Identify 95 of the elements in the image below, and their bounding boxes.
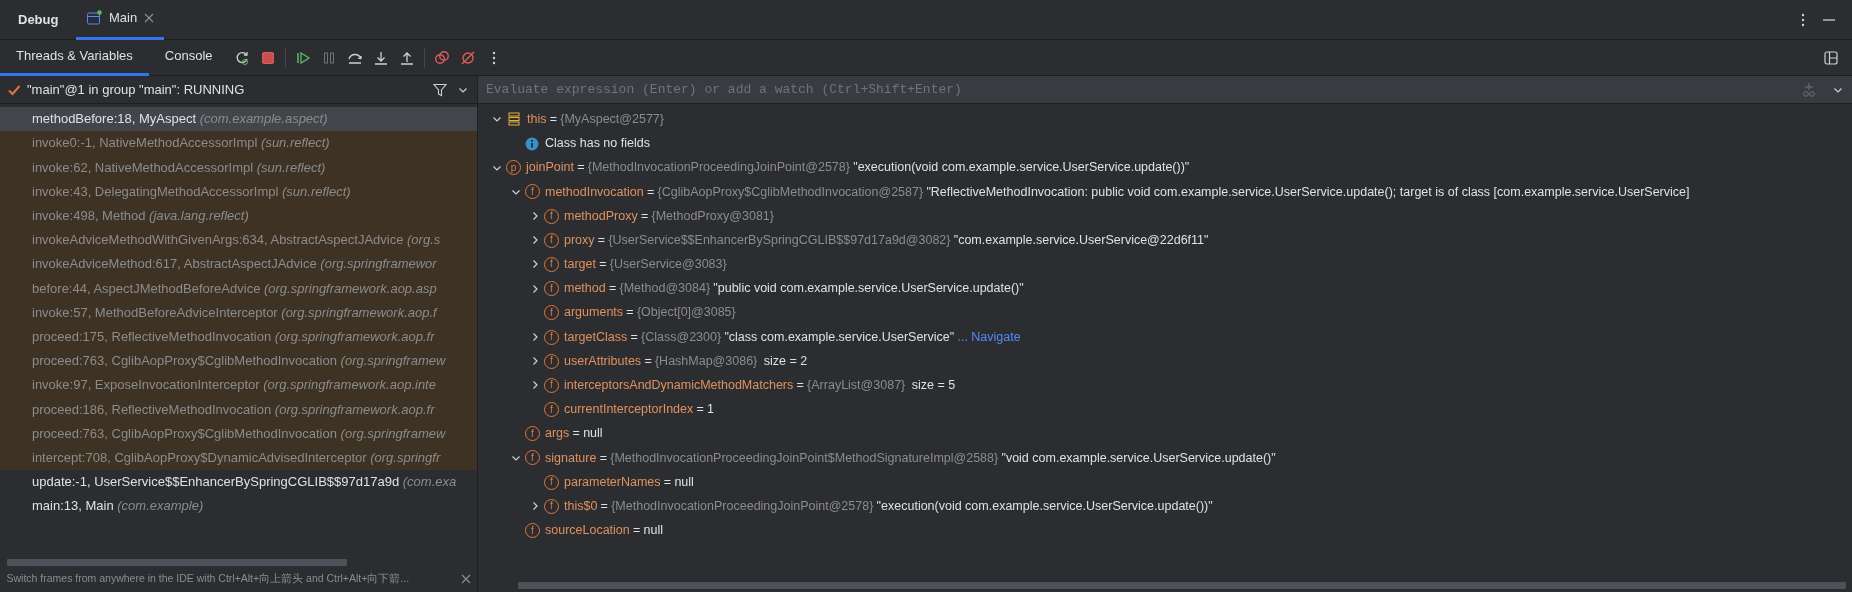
equals-sign: = [577, 159, 585, 177]
variable-value: "ReflectiveMethodInvocation: public void com.example.service.UserService.update(); target is of class [com.example.service.UserService] [926, 183, 1690, 201]
variable-type: {ArrayList@3087} [807, 377, 906, 395]
variable-name[interactable]: args [545, 424, 570, 444]
variable-name[interactable]: userAttributes [564, 351, 642, 371]
tab[interactable]: Console [148, 39, 229, 76]
variable-type: {MyAspect@2577} [560, 110, 664, 128]
stack-frame[interactable]: invoke:57, MethodBeforeAdviceInterceptor (org.springframework.aop.f [0, 300, 477, 325]
stack-frame[interactable]: proceed:763, CglibAopProxy$CglibMethodInvocation (org.springframew [0, 421, 477, 446]
variable-type: {HashMap@3086} [654, 352, 758, 370]
variable-name[interactable]: methodInvocation [545, 182, 644, 202]
stack-frame[interactable]: main:13, Main (com.example) [0, 494, 477, 519]
variable-type: {MethodInvocationProceedingJoinPoint@2578} [611, 497, 874, 515]
variable-value: size = 2 [763, 352, 808, 370]
variable-value: null [643, 522, 664, 540]
equals-sign: = [646, 183, 655, 201]
close-icon[interactable] [460, 574, 471, 584]
expression-input[interactable]: Evaluate expression (Enter) or add a watch (Ctrl+Shift+Enter) [478, 78, 1788, 101]
equals-sign: = [696, 401, 704, 419]
variable-name[interactable]: sourceLocation [545, 521, 630, 540]
variable-value: "public void com.example.service.UserService.update()" [713, 280, 1024, 298]
variable-type: {CglibAopProxy$CglibMethodInvocation@2587} [657, 183, 924, 201]
variable-name[interactable]: this [527, 109, 547, 129]
evaluate-field[interactable]: Evaluate expression (Enter) or add a watch (Ctrl+Shift+Enter) [478, 76, 1852, 104]
editor-tab[interactable]: Main [76, 0, 164, 40]
variable-value: "class com.example.service.UserService" [724, 328, 955, 346]
info-icon [525, 136, 539, 151]
variable-value: null [583, 425, 603, 443]
thread-selector[interactable]: "main"@1 in group "main": RUNNING [27, 79, 426, 100]
info-text: Class has no fields [545, 135, 650, 153]
stack-icon [506, 111, 522, 128]
variable-type: {MethodInvocationProceedingJoinPoint@2578} [587, 159, 850, 177]
variable-name[interactable]: signature [545, 448, 597, 468]
variable-type: {UserService@3083} [609, 256, 727, 274]
stack-frame[interactable]: invokeAdviceMethodWithGivenArgs:634, AbstractAspectJAdvice (org.s [0, 228, 477, 253]
stack-frame[interactable]: proceed:763, CglibAopProxy$CglibMethodInvocation (org.springframew [0, 349, 477, 374]
equals-sign: = [640, 207, 649, 225]
equals-sign: = [630, 328, 638, 346]
panel-title: Debug [17, 10, 60, 29]
variable-name[interactable]: this$0 [564, 496, 598, 516]
variable-name[interactable]: arguments [564, 303, 624, 323]
stack-frame[interactable]: proceed:186, ReflectiveMethodInvocation (org.springframework.aop.fr [0, 397, 477, 422]
scrollbar[interactable] [7, 559, 347, 566]
equals-sign: = [549, 110, 557, 128]
scrollbar[interactable] [518, 582, 1846, 589]
equals-sign: = [663, 473, 672, 491]
variable-name[interactable]: target [564, 255, 596, 274]
stack-frame[interactable]: before:44, AspectJMethodBeforeAdvice (org.springframework.aop.asp [0, 276, 477, 301]
variable-value: size = 5 [911, 377, 956, 395]
stack-frame[interactable]: proceed:175, ReflectiveMethodInvocation (org.springframework.aop.fr [0, 324, 477, 350]
tab[interactable]: Threads & Variables [0, 39, 149, 76]
stack-frame[interactable]: methodBefore:18, MyAspect (com.example.aspect) [0, 107, 477, 132]
variable-name[interactable]: interceptorsAndDynamicMethodMatchers [564, 376, 794, 395]
stack-frame[interactable]: invokeAdviceMethod:617, AbstractAspectJAdvice (org.springframewor [0, 252, 477, 277]
variable-name[interactable]: targetClass [564, 327, 628, 347]
window-icon [86, 10, 103, 26]
hint-text: Switch frames from anywhere in the IDE with Ctrl+Alt+向上箭头 and Ctrl+Alt+向下箭... [6, 571, 410, 587]
variable-type: {MethodInvocationProceedingJoinPoint$MethodSignatureImpl@2588} [610, 449, 999, 467]
equals-sign: = [599, 256, 607, 274]
equals-sign: = [599, 449, 607, 467]
variable-name[interactable]: proxy [564, 230, 595, 250]
equals-sign: = [572, 425, 580, 443]
variable-type: {Method@3084} [619, 280, 711, 298]
variable-type: {MethodProxy@3081} [651, 207, 774, 225]
stack-frame[interactable]: update:-1, UserService$$EnhancerBySpringCGLIB$$97d17a9d (com.exa [0, 470, 477, 495]
stack-frame[interactable]: invoke:62, NativeMethodAccessorImpl (sun.reflect) [0, 155, 477, 180]
stack-frame[interactable]: invoke:498, Method (java.lang.reflect) [0, 204, 477, 229]
equals-sign: = [796, 377, 804, 395]
stack-frame[interactable]: invoke0:-1, NativeMethodAccessorImpl (sun.reflect) [0, 131, 477, 156]
variable-value: "com.example.service.UserService@22d6f11" [953, 231, 1209, 249]
variable-type: {Class@2300} [641, 328, 722, 346]
equals-sign: = [597, 231, 606, 249]
variable-value: "void com.example.service.UserService.update()" [1001, 449, 1276, 467]
variable-value: null [674, 473, 694, 491]
equals-sign: = [608, 280, 617, 298]
variable-value: 1 [707, 401, 714, 419]
equals-sign: = [633, 522, 641, 540]
equals-sign: = [626, 304, 634, 322]
stack-frame[interactable]: invoke:97, ExposeInvocationInterceptor (org.springframework.aop.inte [0, 373, 477, 398]
equals-sign: = [600, 497, 608, 515]
stack-frame[interactable]: intercept:708, CglibAopProxy$DynamicAdvisedInterceptor (org.springfr [0, 445, 477, 471]
variable-name[interactable]: joinPoint [526, 158, 574, 178]
filter-icon[interactable] [432, 81, 448, 98]
equals-sign: = [644, 352, 652, 370]
stack-frame[interactable]: invoke:43, DelegatingMethodAccessorImpl (sun.reflect) [0, 179, 477, 204]
navigate-link[interactable]: ... Navigate [957, 327, 1021, 347]
variable-value: "execution(void com.example.service.UserService.update())" [853, 159, 1190, 177]
variable-name[interactable]: parameterNames [564, 472, 661, 492]
variable-type: {Object[0]@3085} [636, 304, 736, 322]
variable-type: {UserService$$EnhancerBySpringCGLIB$$97d17a9d@3082} [608, 231, 951, 249]
variable-value: "execution(void com.example.service.UserService.update())" [876, 497, 1213, 515]
close-icon[interactable] [143, 13, 154, 23]
variable-name[interactable]: methodProxy [564, 206, 638, 226]
variable-name[interactable]: currentInterceptorIndex [564, 400, 694, 419]
variable-name[interactable]: method [564, 279, 606, 299]
